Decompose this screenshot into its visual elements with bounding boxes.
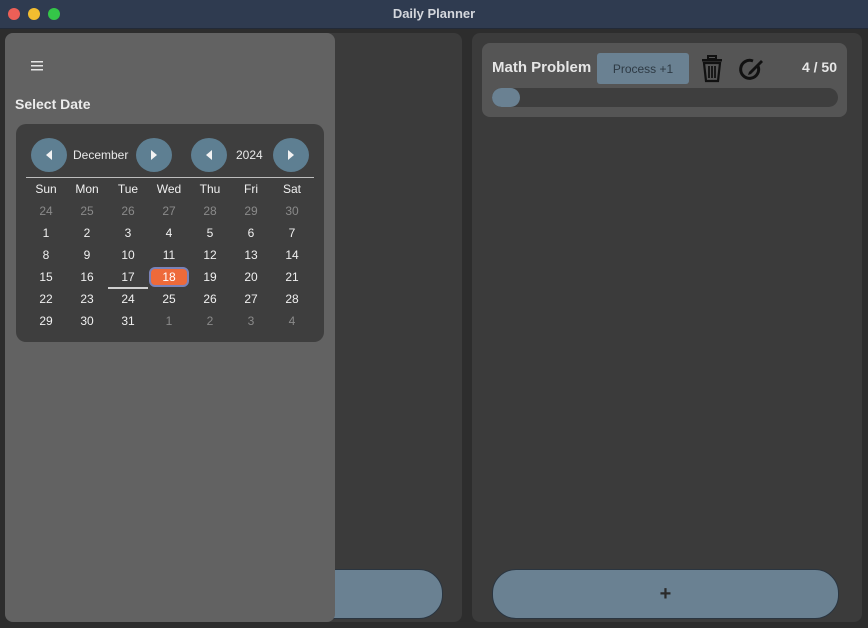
- edit-icon[interactable]: [737, 56, 765, 84]
- side-drawer: Select Date December 2024 Sun Mon Tue Wed Th…: [5, 33, 335, 622]
- select-date-heading: Select Date: [15, 96, 91, 112]
- calendar-day[interactable]: 2: [67, 223, 107, 243]
- calendar-day[interactable]: 27: [149, 201, 189, 221]
- calendar-day[interactable]: 9: [67, 245, 107, 265]
- calendar-day[interactable]: 17: [108, 267, 148, 289]
- task-progress-fill: [492, 88, 520, 107]
- calendar-widget: December 2024 Sun Mon Tue Wed Thu Fri Sat 24 25 2…: [16, 124, 324, 342]
- task-card: Math Problem Process +1 4 / 50: [482, 43, 847, 117]
- calendar-day[interactable]: 3: [231, 311, 271, 331]
- process-increment-button[interactable]: Process +1: [597, 53, 689, 84]
- calendar-day[interactable]: 3: [108, 223, 148, 243]
- calendar-day[interactable]: 26: [108, 201, 148, 221]
- calendar-day[interactable]: 29: [26, 311, 66, 331]
- calendar-day[interactable]: 2: [190, 311, 230, 331]
- task-progress-bar: [492, 88, 838, 107]
- calendar-day[interactable]: 21: [272, 267, 312, 287]
- calendar-day[interactable]: 5: [190, 223, 230, 243]
- weekday-header: Sat: [282, 182, 301, 196]
- calendar-day[interactable]: 6: [231, 223, 271, 243]
- calendar-day[interactable]: 7: [272, 223, 312, 243]
- window-title: Daily Planner: [392, 6, 476, 21]
- add-task-button[interactable]: +: [492, 569, 839, 619]
- weekday-header: Thu: [199, 182, 221, 196]
- title-bar: Daily Planner: [0, 0, 868, 29]
- calendar-day-selected[interactable]: 18: [149, 267, 189, 287]
- calendar-day[interactable]: 31: [108, 311, 148, 331]
- calendar-day[interactable]: 23: [67, 289, 107, 309]
- calendar-grid: Sun Mon Tue Wed Thu Fri Sat 24 25 26 27 28 29 30 1 2 3 4 5…: [16, 124, 324, 342]
- calendar-day[interactable]: 24: [26, 201, 66, 221]
- trash-icon[interactable]: [699, 55, 725, 83]
- calendar-day[interactable]: 13: [231, 245, 271, 265]
- weekday-header: Tue: [117, 182, 139, 196]
- task-name: Math Problem: [492, 59, 592, 76]
- calendar-day[interactable]: 30: [67, 311, 107, 331]
- task-count: 4 / 50: [801, 59, 837, 75]
- weekday-header: Wed: [156, 182, 182, 196]
- calendar-day[interactable]: 24: [108, 289, 148, 309]
- weekday-header: Fri: [244, 182, 258, 196]
- calendar-day[interactable]: 22: [26, 289, 66, 309]
- calendar-day[interactable]: 4: [272, 311, 312, 331]
- calendar-day[interactable]: 8: [26, 245, 66, 265]
- right-panel: [472, 33, 862, 622]
- calendar-day[interactable]: 25: [149, 289, 189, 309]
- calendar-day[interactable]: 16: [67, 267, 107, 287]
- calendar-day[interactable]: 10: [108, 245, 148, 265]
- calendar-day[interactable]: 30: [272, 201, 312, 221]
- weekday-header: Sun: [35, 182, 57, 196]
- calendar-day[interactable]: 1: [149, 311, 189, 331]
- hamburger-menu-icon[interactable]: [31, 60, 45, 72]
- calendar-day[interactable]: 12: [190, 245, 230, 265]
- calendar-day[interactable]: 26: [190, 289, 230, 309]
- calendar-day[interactable]: 28: [272, 289, 312, 309]
- calendar-day[interactable]: 4: [149, 223, 189, 243]
- calendar-day[interactable]: 28: [190, 201, 230, 221]
- calendar-day[interactable]: 1: [26, 223, 66, 243]
- calendar-day[interactable]: 25: [67, 201, 107, 221]
- calendar-day[interactable]: 15: [26, 267, 66, 287]
- calendar-day[interactable]: 20: [231, 267, 271, 287]
- weekday-header: Mon: [75, 182, 99, 196]
- calendar-day[interactable]: 19: [190, 267, 230, 287]
- calendar-day[interactable]: 11: [149, 245, 189, 265]
- calendar-day[interactable]: 27: [231, 289, 271, 309]
- calendar-day[interactable]: 29: [231, 201, 271, 221]
- calendar-day[interactable]: 14: [272, 245, 312, 265]
